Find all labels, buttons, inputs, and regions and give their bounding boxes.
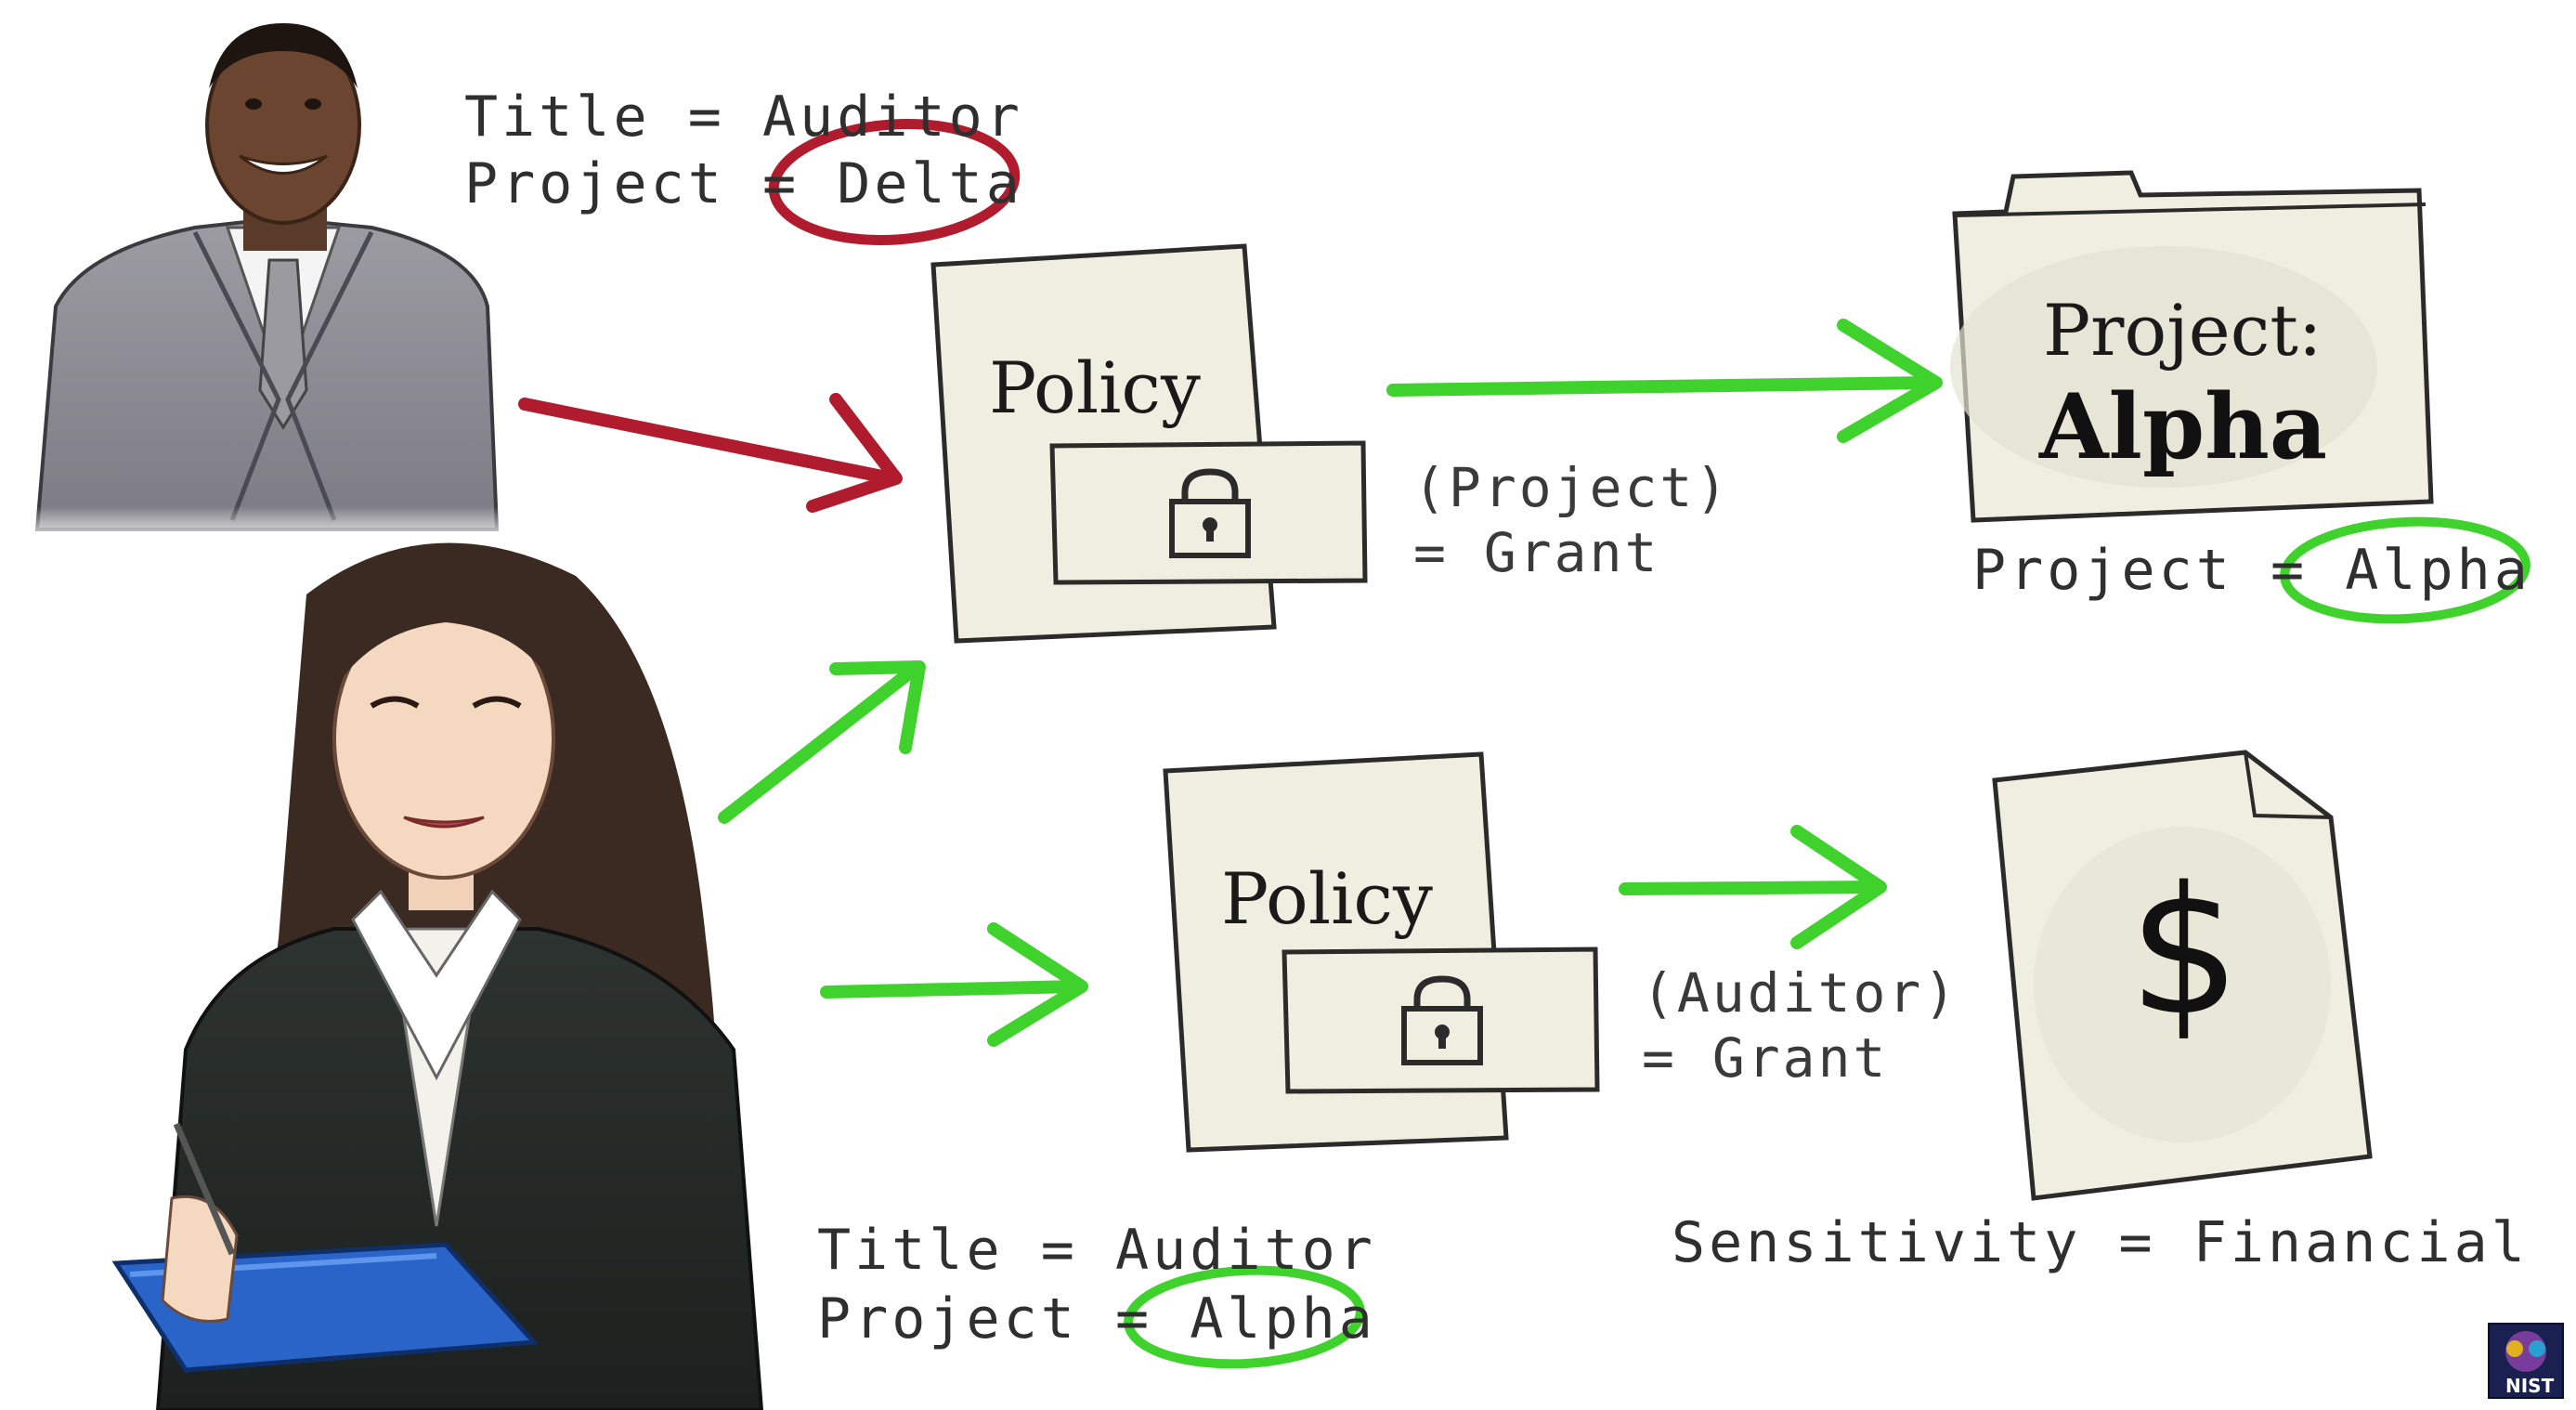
abac-diagram: Title = Auditor Project = Delta Policy (…	[0, 0, 2576, 1410]
folder-project-label: Project =	[1972, 538, 2309, 603]
policy-document-bottom	[1163, 751, 1600, 1153]
man-title-attribute: Title = Auditor	[464, 85, 1023, 150]
document-sensitivity-attribute: Sensitivity = Financial	[1672, 1210, 2529, 1275]
woman-project-label: Project =	[817, 1286, 1153, 1351]
deny-arrow	[518, 393, 903, 513]
grant-arrow-policy-top-to-folder	[1386, 319, 1943, 443]
woman-title-attribute: Title = Auditor	[817, 1218, 1376, 1283]
policy-document-top	[930, 243, 1368, 644]
policy-top-condition-attribute: (Project)	[1413, 456, 1731, 519]
folder-label-name: Alpha	[2039, 374, 2328, 479]
man-illustration	[28, 23, 511, 543]
policy-top-condition-result: = Grant	[1413, 521, 1660, 584]
policy-bottom-title: Policy	[1221, 857, 1433, 940]
folder-project-value: Alpha	[2345, 538, 2531, 603]
man-project-attribute: Project = Delta	[464, 156, 1023, 212]
policy-bottom-condition-attribute: (Auditor)	[1642, 961, 1959, 1025]
grant-arrow-policy-bottom-to-document	[1619, 825, 1887, 949]
man-project-label: Project =	[464, 151, 800, 216]
dollar-icon: $	[2128, 849, 2241, 1054]
woman-project-attribute: Project = Alpha	[817, 1291, 1376, 1347]
woman-project-value: Alpha	[1190, 1286, 1376, 1351]
nist-logo-text: NIST	[2505, 1375, 2555, 1397]
folder-label-heading: Project:	[2043, 289, 2322, 372]
diagram-graphics	[28, 23, 2564, 1410]
woman-illustration	[111, 542, 764, 1410]
grant-arrow-woman-to-policy-bottom	[820, 922, 1088, 1047]
folder-project-attribute: Project = Alpha	[1972, 542, 2531, 598]
man-project-value: Delta	[837, 151, 1023, 216]
policy-bottom-condition-result: = Grant	[1642, 1026, 1889, 1090]
grant-arrow-woman-to-policy-top	[718, 660, 926, 824]
policy-top-title: Policy	[989, 346, 1201, 429]
